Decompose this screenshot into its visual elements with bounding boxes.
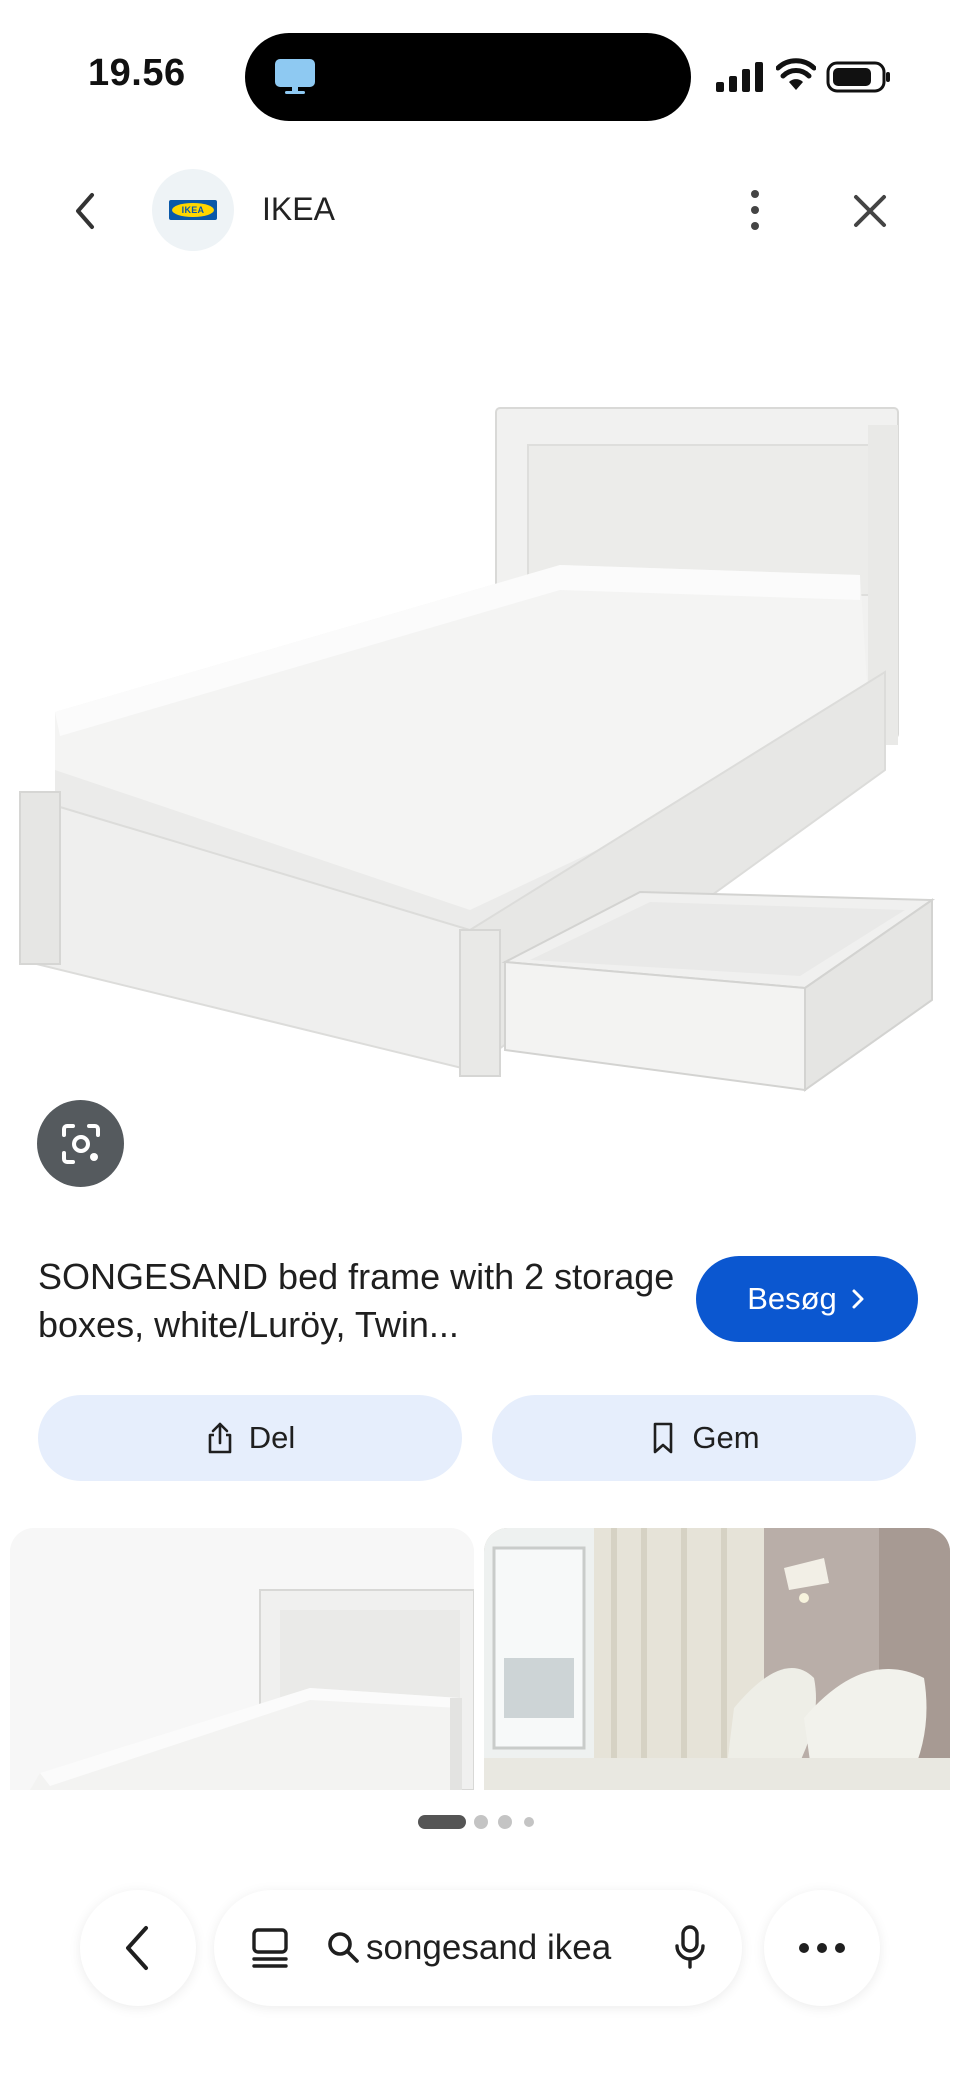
close-icon[interactable] (850, 191, 890, 231)
logo-text: IKEA (181, 205, 205, 215)
related-image-1[interactable] (10, 1528, 474, 1790)
chevron-right-icon (852, 1289, 864, 1309)
bookmark-icon (654, 1422, 673, 1454)
pager-dot-active (418, 1815, 466, 1829)
page-header: IKEA IKEA (0, 165, 960, 255)
ikea-logo-icon: IKEA (169, 200, 217, 220)
site-name: IKEA (262, 191, 335, 227)
related-image-2[interactable] (484, 1528, 950, 1790)
tabs-icon (252, 1928, 288, 1968)
save-button[interactable]: Gem (492, 1395, 916, 1481)
signal-icon (716, 62, 763, 92)
back-arrow-icon[interactable] (66, 189, 106, 233)
wifi-icon (776, 58, 816, 90)
save-label: Gem (692, 1420, 760, 1455)
share-icon (208, 1422, 232, 1454)
lens-icon (61, 1123, 100, 1164)
battery-icon (826, 61, 890, 93)
product-title[interactable]: SONGESAND bed frame with 2 storage boxes… (38, 1253, 678, 1349)
pager-dot (498, 1815, 512, 1829)
visit-button-label: Besøg (747, 1281, 837, 1316)
bed-thumbnail-image (10, 1528, 474, 1790)
search-icon (328, 1932, 359, 1963)
search-query-text: songesand ikea (366, 1928, 612, 1967)
bottom-toolbar: songesand ikea (0, 1890, 960, 2006)
pager-dot (524, 1817, 534, 1827)
bedroom-thumbnail-image (484, 1528, 950, 1790)
tv-icon (275, 59, 315, 94)
nav-back-button[interactable] (80, 1890, 196, 2006)
lens-search-button[interactable] (37, 1100, 124, 1187)
image-pager (0, 1815, 960, 1829)
status-time: 19.56 (88, 52, 186, 94)
more-options-button[interactable] (764, 1890, 880, 2006)
product-image[interactable] (0, 300, 960, 1220)
site-logo: IKEA (152, 169, 234, 251)
share-button[interactable]: Del (38, 1395, 462, 1481)
more-vertical-icon[interactable] (740, 185, 770, 235)
mic-icon[interactable] (674, 1924, 706, 1970)
dynamic-island (245, 33, 691, 121)
visit-button[interactable]: Besøg (696, 1256, 918, 1342)
search-bar[interactable]: songesand ikea (214, 1890, 742, 2006)
pager-dot (474, 1815, 488, 1829)
status-bar: 19.56 (0, 0, 960, 150)
back-chevron-icon (126, 1926, 148, 1970)
share-label: Del (248, 1420, 296, 1455)
more-horizontal-icon (799, 1943, 845, 1953)
